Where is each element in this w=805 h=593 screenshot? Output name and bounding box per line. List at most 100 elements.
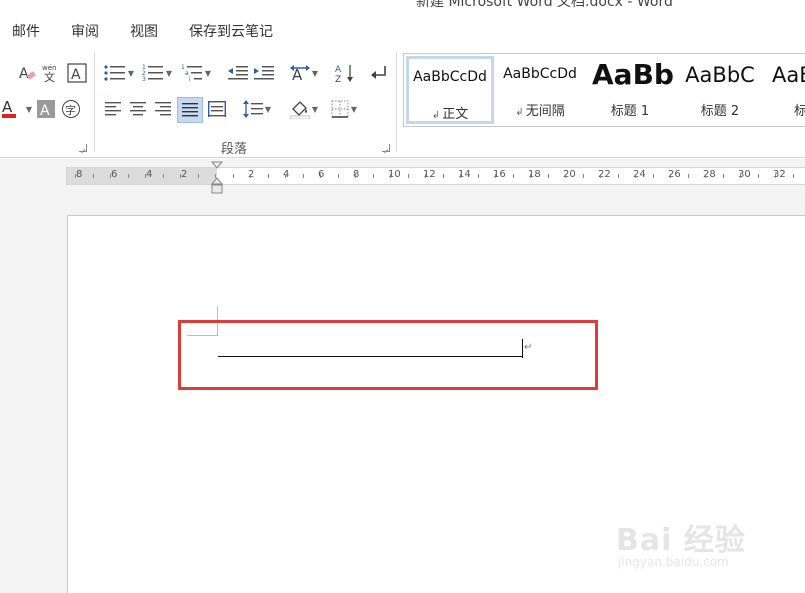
svg-text:A: A <box>71 67 81 83</box>
ruler-tick <box>127 174 129 178</box>
distributed-button[interactable] <box>205 98 229 120</box>
ruler-tick <box>250 174 251 178</box>
ruler-tick <box>705 174 706 178</box>
ruler-left-margin <box>67 168 217 184</box>
ruler-tick <box>407 174 409 178</box>
tab-save-to-cloud-note[interactable]: 保存到云笔记 <box>189 21 273 41</box>
style-name: 标 <box>794 100 805 119</box>
ribbon-tabs: 邮件 审阅 视图 保存到云笔记 <box>0 12 805 48</box>
decrease-indent-button[interactable] <box>226 62 250 84</box>
ruler-tick <box>390 174 391 178</box>
sort-button[interactable]: A Z <box>334 62 356 84</box>
multilevel-list-button[interactable]: 1 a i ▼ <box>178 62 214 84</box>
paragraph-mark-icon <box>371 66 386 79</box>
paint-bucket-icon <box>289 101 310 119</box>
window-title: 新建 Microsoft Word 文档.docx - Word <box>416 0 673 10</box>
font-dialog-launcher-icon[interactable] <box>79 144 87 152</box>
show-hide-marks-button[interactable] <box>368 62 390 84</box>
ruler-tick <box>530 174 531 178</box>
multilevel-list-icon: 1 a i <box>181 64 202 82</box>
style-sample: AaBl <box>772 63 805 87</box>
increase-indent-button[interactable] <box>252 62 276 84</box>
ruler-tick <box>302 174 304 178</box>
tab-view[interactable]: 视图 <box>130 21 158 41</box>
style-sample: AaBbCcDd <box>503 66 577 82</box>
align-center-button[interactable] <box>127 98 149 120</box>
font-color-button[interactable]: A ▼ <box>0 98 34 120</box>
ruler-tick <box>617 174 619 178</box>
watermark-url: jingyan.baidu.com <box>618 555 729 569</box>
shading-button[interactable]: ▼ <box>286 98 322 120</box>
svg-text:Z: Z <box>335 75 341 83</box>
ruler-tick <box>495 174 496 178</box>
chevron-down-icon: ▼ <box>311 104 319 114</box>
ruler-tick <box>460 174 461 178</box>
ruler-tick <box>425 174 426 178</box>
style-no-spacing[interactable]: AaBbCcDd ↲ 无间隔 <box>496 56 584 124</box>
borders-button[interactable]: ▼ <box>326 98 362 120</box>
watermark-brand: Bai 经验 <box>616 523 746 558</box>
ruler-tick <box>372 174 374 178</box>
chevron-down-icon: ▼ <box>25 104 33 114</box>
ruler-tick <box>775 174 776 178</box>
ruler-tick <box>110 174 111 178</box>
ruler-number: 4 <box>146 169 153 180</box>
ruler-tick <box>162 174 164 178</box>
ruler-tick <box>722 174 724 178</box>
ruler-tick <box>355 174 356 178</box>
ruler-tick <box>337 174 339 178</box>
style-heading-2[interactable]: AaBbC 标题 2 <box>676 56 764 124</box>
ruler-tick <box>652 174 654 178</box>
ruler-tick <box>740 174 741 178</box>
numbered-list-icon: 1 2 3 <box>142 64 163 82</box>
style-name-wrapper: ↲ 无间隔 <box>496 100 584 119</box>
indent-marker-icon[interactable] <box>211 161 223 195</box>
ruler-number: 2 <box>181 169 188 180</box>
style-sample: AaBbCcDd <box>413 69 487 85</box>
chinese-layout-icon: A <box>289 65 310 82</box>
horizontal-ruler[interactable]: 8 6 4 2 2 4 6 8 10 12 14 16 18 20 22 24 26 28 30 32 <box>66 167 805 185</box>
ruler-tick <box>92 174 94 178</box>
style-sample: AaBb <box>592 58 674 91</box>
justify-button[interactable] <box>177 97 203 123</box>
word-window: 新建 Microsoft Word 文档.docx - Word 邮件 审阅 视… <box>0 0 805 593</box>
chinese-layout-button[interactable]: A ▼ <box>287 62 321 84</box>
ruler-tick <box>180 174 181 178</box>
phonetic-guide-button[interactable]: wén 文 <box>40 62 62 84</box>
style-name: 标题 1 <box>610 104 650 119</box>
paragraph-dialog-launcher-icon[interactable] <box>382 144 390 152</box>
tab-review[interactable]: 审阅 <box>71 21 99 41</box>
align-left-button[interactable] <box>102 98 124 120</box>
paragraph-group-label: 段落 <box>221 142 248 157</box>
ruler-number: 8 <box>76 169 83 180</box>
character-border-button[interactable]: A <box>66 62 88 84</box>
align-right-button[interactable] <box>152 98 174 120</box>
style-heading-1[interactable]: AaBb 标题 1 <box>586 56 674 124</box>
sort-icon: A Z <box>335 65 353 83</box>
svg-text:A: A <box>335 65 342 75</box>
numbering-button[interactable]: 1 2 3 ▼ <box>139 62 175 84</box>
styles-gallery: AaBbCcDd ↲ 正文 AaBbCcDd ↲ 无间隔 AaBb 标题 1 AaB… <box>403 53 805 127</box>
paragraph-mark-icon: ↲ <box>431 110 441 121</box>
character-shading-button[interactable]: A <box>36 98 56 120</box>
ruler-tick <box>477 174 479 178</box>
ruler-tick <box>670 174 671 178</box>
style-title[interactable]: AaBl 标 <box>766 56 805 124</box>
style-normal[interactable]: AaBbCcDd ↲ 正文 <box>406 56 494 124</box>
bullets-button[interactable]: ▼ <box>101 62 137 84</box>
line-spacing-button[interactable]: ▼ <box>239 98 275 120</box>
justify-icon <box>182 103 198 117</box>
enclose-characters-button[interactable]: 字 <box>60 98 82 120</box>
ruler-tick <box>232 174 234 178</box>
ruler-tick <box>75 174 76 178</box>
increase-indent-icon <box>254 66 274 80</box>
tab-mailings[interactable]: 邮件 <box>12 21 40 41</box>
ruler-tick <box>582 174 584 178</box>
clear-formatting-button[interactable]: A <box>16 62 38 84</box>
align-center-icon <box>130 102 146 116</box>
paragraph-mark-icon: ↲ <box>515 107 524 118</box>
character-shading-icon: A <box>37 100 55 118</box>
ruler-number: 6 <box>318 169 325 180</box>
ruler-tick <box>757 174 759 178</box>
ruler-area: 8 6 4 2 2 4 6 8 10 12 14 16 18 20 22 24 26 28 30 32 <box>0 159 805 215</box>
